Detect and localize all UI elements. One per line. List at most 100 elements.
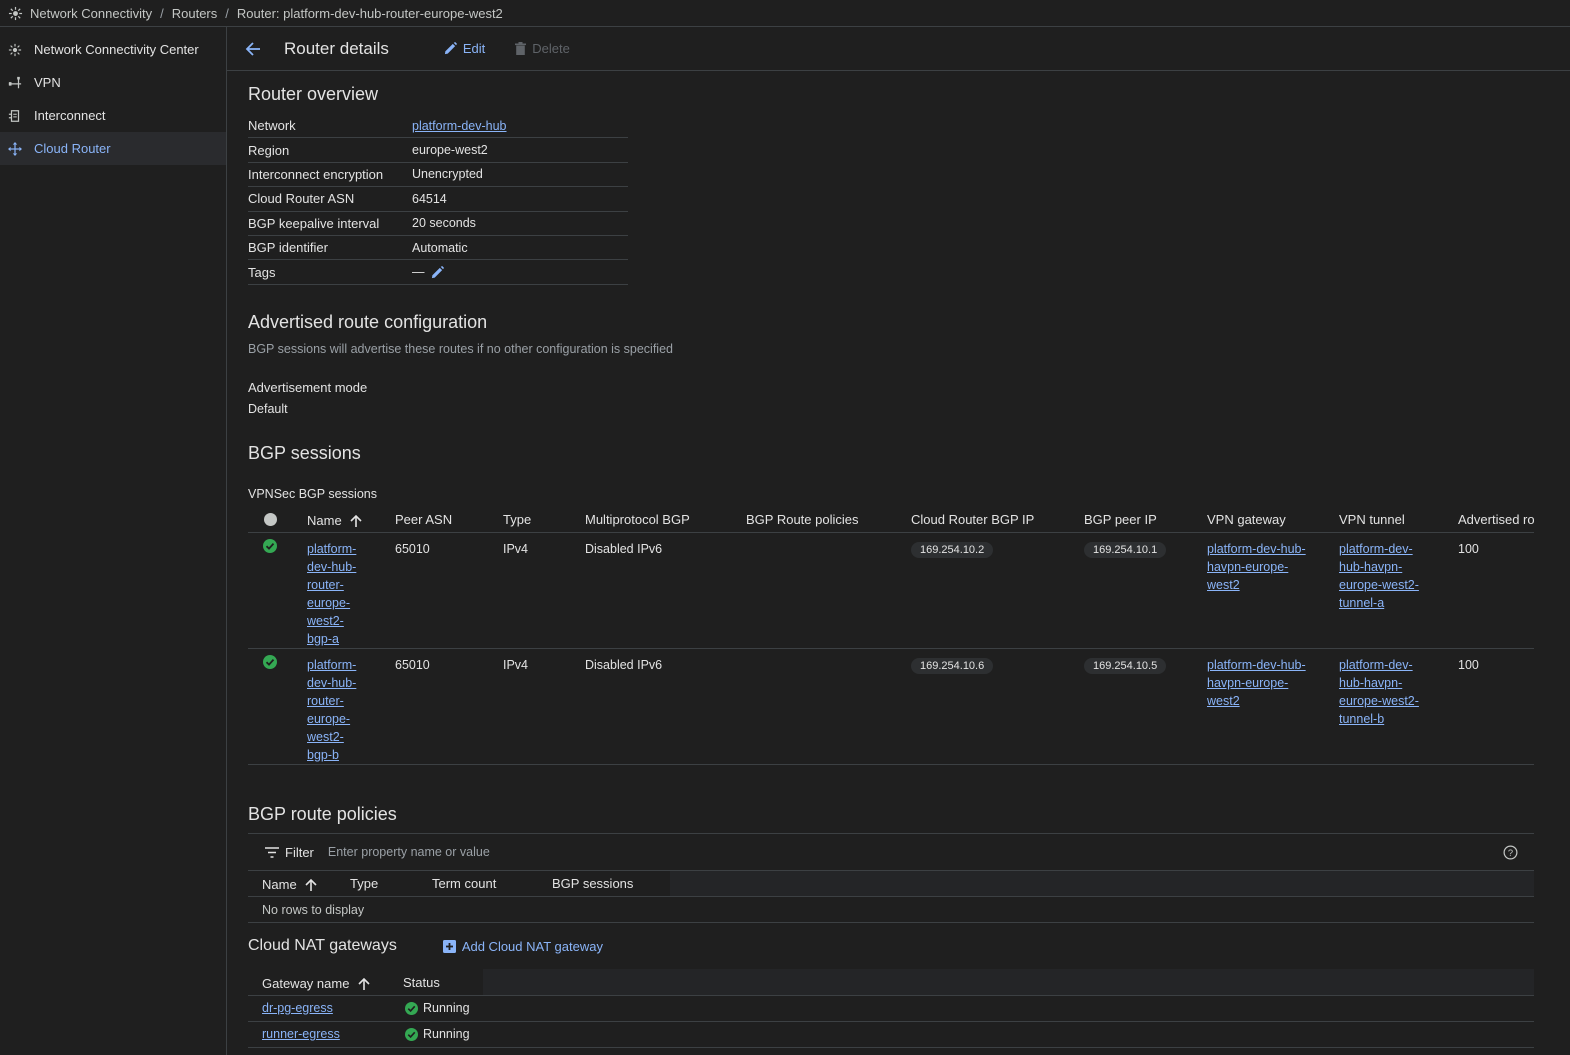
column-header-type[interactable]: Type	[503, 512, 531, 527]
session-type: IPv4	[503, 658, 529, 672]
column-header-gateway-name[interactable]: Gateway name	[262, 975, 370, 991]
arrow-up-icon	[305, 878, 317, 891]
help-icon[interactable]: ?	[1503, 845, 1518, 860]
sidebar-item-interconnect[interactable]: Interconnect	[0, 99, 226, 132]
session-type: IPv4	[503, 542, 529, 556]
svg-text:?: ?	[1508, 848, 1513, 858]
nat-table-header: Gateway name Status	[248, 969, 1534, 996]
status-ok-icon	[263, 539, 277, 558]
gateway-status: Running	[405, 1001, 470, 1015]
table-row: platform-dev-hub-router-europe-west2- bgp…	[248, 533, 1534, 649]
sidebar-item-label: Interconnect	[34, 108, 106, 123]
router-overview-table: Network platform-dev-hub Region europe-w…	[248, 114, 628, 285]
filter-icon	[265, 846, 279, 858]
advertised-routes: 100	[1458, 542, 1479, 556]
interconnect-icon	[8, 109, 22, 123]
sidebar-item-vpn[interactable]: VPN	[0, 66, 226, 99]
edit-tags-icon[interactable]	[431, 265, 444, 279]
column-header-name[interactable]: Name	[262, 876, 317, 892]
router-bgp-ip: 169.254.10.6	[911, 658, 994, 674]
arrow-up-icon	[350, 514, 362, 527]
filter-input[interactable]: Enter property name or value	[328, 845, 490, 859]
overview-row-region: Region europe-west2	[248, 138, 628, 163]
vpn-tunnel-link[interactable]: platform-dev-hub-havpn-europe-west2- tunn…	[1339, 540, 1419, 612]
page-header: Router details Edit Delete	[227, 27, 1570, 71]
router-bgp-ip: 169.254.10.2	[911, 542, 994, 558]
column-header-vpn-gateway[interactable]: VPN gateway	[1207, 512, 1286, 527]
empty-state: No rows to display	[248, 897, 1534, 923]
sidebar-item-cloud-router[interactable]: Cloud Router	[0, 132, 226, 165]
main-panel: Router details Edit Delete Router overvi…	[227, 27, 1570, 1055]
cloud-router-icon	[8, 141, 22, 156]
peer-asn: 65010	[395, 658, 430, 672]
trash-icon	[515, 42, 527, 55]
gateway-name-link[interactable]: runner-egress	[262, 1027, 340, 1041]
network-link[interactable]: platform-dev-hub	[412, 119, 507, 133]
sidebar-item-network-connectivity-center[interactable]: Network Connectivity Center	[0, 33, 226, 66]
overview-row-keepalive: BGP keepalive interval 20 seconds	[248, 212, 628, 236]
column-header-vpn-tunnel[interactable]: VPN tunnel	[1339, 512, 1405, 527]
overview-row-asn: Cloud Router ASN 64514	[248, 187, 628, 212]
vpn-tunnel-link[interactable]: platform-dev-hub-havpn-europe-west2- tunn…	[1339, 656, 1419, 728]
table-row: dr-pg-egress Running	[248, 996, 1534, 1022]
arrow-back-icon[interactable]	[244, 40, 262, 58]
arrow-up-icon	[358, 977, 370, 990]
status-ok-icon	[405, 1027, 418, 1041]
overview-value: 20 seconds	[412, 216, 476, 231]
breadcrumb-routers[interactable]: Routers	[172, 6, 218, 21]
status-ok-icon	[263, 655, 277, 674]
section-title-bgp-sessions: BGP sessions	[248, 443, 361, 463]
add-cloud-nat-button[interactable]: Add Cloud NAT gateway	[442, 938, 603, 954]
breadcrumb-current: Router: platform-dev-hub-router-europe-w…	[236, 5, 503, 21]
breadcrumb: Network Connectivity / Routers / Router:…	[0, 0, 1570, 27]
breadcrumb-network-connectivity[interactable]: Network Connectivity	[30, 6, 152, 21]
column-header-route-policies[interactable]: BGP Route policies	[746, 512, 859, 527]
pencil-icon	[444, 42, 457, 55]
overview-key: Tags	[248, 264, 276, 280]
gateway-status: Running	[405, 1027, 470, 1041]
column-header-status[interactable]: Status	[403, 975, 440, 990]
vpn-icon	[8, 76, 22, 90]
column-header-multiprotocol[interactable]: Multiprotocol BGP	[585, 512, 690, 527]
column-header-peer-asn[interactable]: Peer ASN	[395, 512, 452, 527]
sidebar-item-label: VPN	[34, 75, 61, 90]
overview-row-bgp-identifier: BGP identifier Automatic	[248, 236, 628, 261]
section-title-cloud-nat: Cloud NAT gateways	[248, 937, 397, 954]
column-header-name[interactable]: Name	[307, 512, 362, 528]
column-header-router-bgp-ip[interactable]: Cloud Router BGP IP	[911, 512, 1034, 527]
add-cloud-nat-label: Add Cloud NAT gateway	[461, 938, 603, 954]
bgp-sessions-table: Name Peer ASN Type Multiprotocol BGP BGP…	[248, 505, 1534, 765]
multiprotocol: Disabled IPv6	[585, 542, 663, 556]
sidebar-item-label: Network Connectivity Center	[34, 42, 199, 57]
breadcrumb-separator: /	[225, 5, 229, 21]
gateway-name-link[interactable]: dr-pg-egress	[262, 1001, 333, 1015]
session-name-link[interactable]: platform-dev-hub-router-europe-west2- bgp…	[307, 656, 356, 764]
advertisement-mode-value: Default	[248, 402, 288, 416]
vpnsec-subtitle: VPNSec BGP sessions	[248, 487, 377, 501]
sidebar: Network Connectivity Center VPN Intercon…	[0, 27, 227, 1055]
overview-key: BGP identifier	[248, 240, 328, 256]
edit-button-label: Edit	[462, 41, 486, 56]
vpn-gateway-link[interactable]: platform-dev-hub-havpn-europe-west2	[1207, 540, 1306, 594]
overview-row-tags: Tags —	[248, 260, 628, 285]
filter-label: Filter	[285, 844, 314, 860]
column-header-peer-ip[interactable]: BGP peer IP	[1084, 512, 1157, 527]
edit-button[interactable]: Edit	[444, 41, 485, 56]
overview-key: Cloud Router ASN	[248, 191, 355, 207]
overview-row-network: Network platform-dev-hub	[248, 114, 628, 139]
overview-key: Network	[248, 118, 296, 134]
hub-icon	[8, 6, 23, 20]
vpn-gateway-link[interactable]: platform-dev-hub-havpn-europe-west2	[1207, 656, 1306, 710]
status-header-icon	[264, 513, 277, 526]
column-header-term-count[interactable]: Term count	[432, 876, 496, 891]
filter-bar[interactable]: Filter Enter property name or value ?	[248, 833, 1534, 871]
delete-button[interactable]: Delete	[515, 41, 570, 56]
column-header-bgp-sessions[interactable]: BGP sessions	[552, 876, 633, 891]
session-name-link[interactable]: platform-dev-hub-router-europe-west2- bgp…	[307, 540, 356, 648]
peer-bgp-ip: 169.254.10.5	[1084, 658, 1167, 674]
table-row: platform-dev-hub-router-europe-west2- bgp…	[248, 649, 1534, 765]
column-header-advertised[interactable]: Advertised ro	[1458, 512, 1534, 527]
column-header-type[interactable]: Type	[350, 876, 378, 891]
overview-value: Automatic	[412, 240, 468, 255]
hub-icon	[8, 43, 22, 57]
